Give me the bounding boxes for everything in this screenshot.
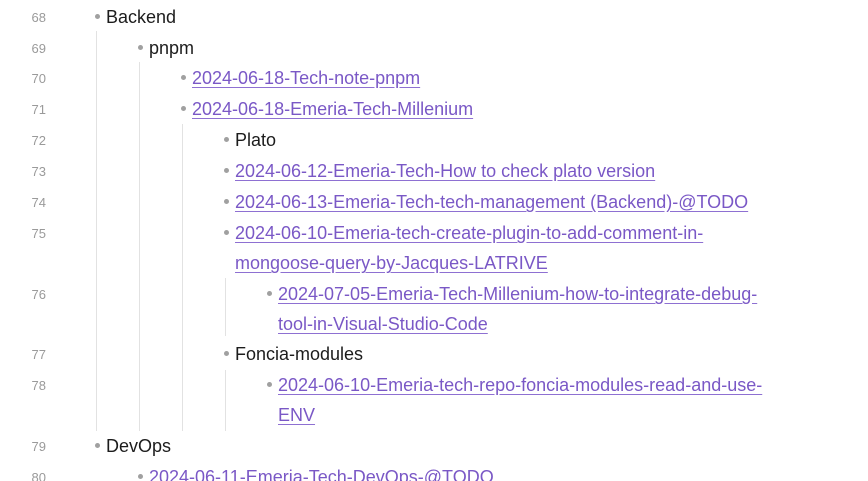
line-number: 70: [31, 71, 46, 86]
note-link[interactable]: 2024-07-05-Emeria-Tech-Millenium-how-to-…: [278, 279, 757, 309]
note-link[interactable]: 2024-06-18-Tech-note-pnpm: [192, 63, 420, 93]
note-link[interactable]: 2024-06-12-Emeria-Tech-How to check plat…: [235, 156, 655, 186]
bullet-icon[interactable]: [224, 351, 229, 356]
outline-row: 78 2024-06-10-Emeria-tech-repo-foncia-mo…: [0, 370, 868, 430]
outline-row: 71 2024-06-18-Emeria-Tech-Millenium: [0, 94, 868, 124]
outline-item-text[interactable]: DevOps: [106, 431, 171, 461]
note-link-continuation[interactable]: mongoose-query-by-Jacques-LATRIVE: [235, 248, 548, 278]
line-number: 77: [31, 347, 46, 362]
bullet-icon[interactable]: [224, 137, 229, 142]
outline-row: 79 DevOps: [0, 431, 868, 461]
bullet-icon[interactable]: [224, 168, 229, 173]
outline-row: 72 Plato: [0, 125, 868, 155]
line-number: 69: [31, 41, 46, 56]
line-number: 72: [31, 133, 46, 148]
line-number: 68: [31, 10, 46, 25]
outline-row: 80 2024-06-11-Emeria-Tech-DevOps-@TODO: [0, 462, 868, 481]
outline-row: 74 2024-06-13-Emeria-Tech-tech-managemen…: [0, 187, 868, 217]
line-number: 75: [31, 226, 46, 241]
line-number: 79: [31, 439, 46, 454]
bullet-icon[interactable]: [138, 45, 143, 50]
outline-row: 73 2024-06-12-Emeria-Tech-How to check p…: [0, 156, 868, 186]
note-link[interactable]: 2024-06-13-Emeria-Tech-tech-management (…: [235, 187, 748, 217]
outline-item-text[interactable]: Backend: [106, 2, 176, 32]
bullet-icon[interactable]: [95, 443, 100, 448]
line-number: 78: [31, 378, 46, 393]
outline-row: 69 pnpm: [0, 33, 868, 63]
note-link-continuation[interactable]: tool-in-Visual-Studio-Code: [278, 309, 488, 339]
note-link[interactable]: 2024-06-10-Emeria-tech-create-plugin-to-…: [235, 218, 703, 248]
bullet-icon[interactable]: [181, 75, 186, 80]
note-link-continuation[interactable]: ENV: [278, 400, 315, 430]
bullet-icon[interactable]: [138, 474, 143, 479]
note-link[interactable]: 2024-06-18-Emeria-Tech-Millenium: [192, 94, 473, 124]
line-number: 71: [31, 102, 46, 117]
line-number: 76: [31, 287, 46, 302]
outline-row: 70 2024-06-18-Tech-note-pnpm: [0, 63, 868, 93]
outline-item-text[interactable]: pnpm: [149, 33, 194, 63]
bullet-icon[interactable]: [95, 14, 100, 19]
outline-item-text[interactable]: Plato: [235, 125, 276, 155]
bullet-icon[interactable]: [181, 106, 186, 111]
bullet-icon[interactable]: [267, 382, 272, 387]
bullet-icon[interactable]: [224, 230, 229, 235]
note-link[interactable]: 2024-06-10-Emeria-tech-repo-foncia-modul…: [278, 370, 762, 400]
bullet-icon[interactable]: [267, 291, 272, 296]
outline-row: 68 Backend: [0, 2, 868, 32]
outline-row: 75 2024-06-10-Emeria-tech-create-plugin-…: [0, 218, 868, 278]
line-number: 80: [31, 470, 46, 481]
bullet-icon[interactable]: [224, 199, 229, 204]
outline-row: 77 Foncia-modules: [0, 339, 868, 369]
line-number: 73: [31, 164, 46, 179]
line-number: 74: [31, 195, 46, 210]
outline-row: 76 2024-07-05-Emeria-Tech-Millenium-how-…: [0, 279, 868, 339]
outline-editor: 68 Backend 69 pnpm 70 2024-06-18-Tech-no…: [0, 0, 868, 481]
note-link[interactable]: 2024-06-11-Emeria-Tech-DevOps-@TODO: [149, 462, 494, 481]
outline-item-text[interactable]: Foncia-modules: [235, 339, 363, 369]
